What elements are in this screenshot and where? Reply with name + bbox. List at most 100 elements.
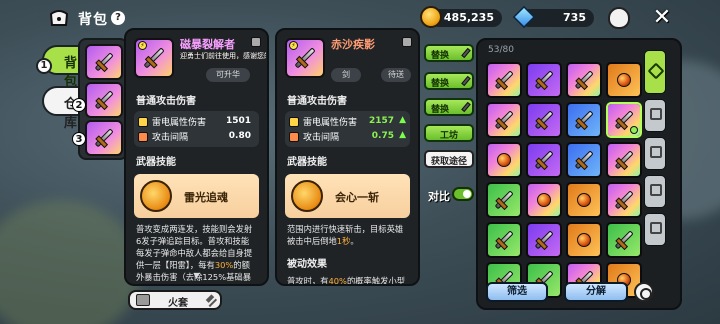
inventory-item[interactable] [526, 102, 562, 138]
gear-icon[interactable] [634, 282, 654, 302]
edit-icon[interactable] [202, 292, 218, 308]
loadout-icon [136, 294, 150, 306]
filter-tab-weapon[interactable] [644, 50, 666, 94]
filter-button[interactable]: 筛选 [486, 282, 548, 302]
filter-tab-armor[interactable] [644, 99, 666, 132]
desc-text: 普攻时，有 [287, 276, 329, 286]
inventory-item[interactable] [526, 222, 562, 258]
stat-value: 1501 [225, 116, 251, 126]
weapon-icon [614, 230, 634, 250]
help-icon[interactable]: ? [111, 11, 125, 25]
filter-tab-helmet[interactable] [644, 137, 666, 170]
stat-label: 雷电属性伤害 [152, 118, 207, 128]
swap-button-3[interactable]: 替换 [424, 98, 474, 116]
attack-speed-icon [138, 131, 148, 142]
weapon-detail-equipped: ⚡ 磁暴裂解者 迎勇士们前往使用，感谢您的理解和支持！ 可升华 普通攻击伤害 雷… [124, 28, 269, 286]
filter-tab-glove[interactable] [644, 175, 666, 208]
inventory-item[interactable] [606, 222, 642, 258]
equipped-slot-1[interactable] [85, 44, 123, 80]
stat-value: 0.80 [228, 131, 251, 141]
inventory-item[interactable] [526, 182, 562, 218]
inventory-item[interactable] [486, 142, 522, 178]
weapon-icon [94, 90, 114, 110]
slot-tag: 剑 [331, 68, 361, 82]
stat-label: 雷电属性伤害 [303, 118, 358, 128]
background-blob [0, 200, 140, 324]
inventory-item[interactable] [526, 142, 562, 178]
compare-toggle[interactable] [452, 187, 474, 201]
weapon-icon [494, 70, 514, 90]
helmet-icon [650, 146, 662, 158]
inventory-item[interactable] [606, 142, 642, 178]
weapon-icon [143, 47, 165, 69]
lightning-damage-icon [289, 116, 299, 127]
workshop-button[interactable]: 工坊 [424, 124, 474, 142]
stats-box: 雷电属性伤害 2157 ▲ 攻击间隔 0.75 ▲ [285, 111, 410, 147]
orb-weapon-icon [576, 192, 592, 208]
equipped-weapons [78, 38, 128, 160]
inventory-item[interactable] [486, 182, 522, 218]
weapon-icon [534, 230, 554, 250]
desc-text: 。 [350, 236, 359, 246]
skill-name: 会心一斩 [335, 191, 379, 204]
close-button[interactable]: ✕ [650, 7, 674, 29]
lock-icon[interactable] [251, 37, 261, 47]
slot-tag: 待送 [381, 68, 411, 82]
notice-text: 迎勇士们前往使用，感谢您的理解和支持！ [180, 52, 266, 61]
compare-label: 对比 [428, 190, 450, 203]
scroll-down-icon[interactable]: ▼ [193, 271, 199, 280]
desc-highlight: 1秒 [336, 236, 351, 246]
selected-check-icon [630, 126, 638, 134]
inventory-item[interactable] [486, 62, 522, 98]
gem-value: 735 [563, 11, 586, 24]
stat-row: 攻击间隔 0.75 ▲ [289, 129, 406, 144]
loadout-bar[interactable]: 火套 [128, 290, 222, 310]
desc-highlight: 30% [214, 260, 234, 270]
skill-section-title: 武器技能 [136, 157, 176, 168]
skill-banner: 雷光追魂 [134, 174, 259, 218]
button-label: 替换 [431, 51, 450, 61]
inventory-item[interactable] [566, 142, 602, 178]
category-filter [644, 50, 666, 260]
inventory-item[interactable] [606, 182, 642, 218]
equipped-slot-3[interactable] [85, 120, 123, 156]
skill-banner: 会心一斩 [285, 174, 410, 218]
lightning-damage-icon [138, 116, 148, 127]
passive-description: 普攻时，有40%的概率触发小型斩击，普攻、斩击和会心一斩有概率给自身提供一层【阴… [287, 275, 408, 286]
filter-tab-ring[interactable] [644, 213, 666, 246]
decompose-button[interactable]: 分解 [564, 282, 628, 302]
card-header: ⚡ 赤沙疾影 剑 待送 [277, 30, 418, 92]
weapon-icon [534, 110, 554, 130]
slot-number: 3 [72, 132, 86, 146]
inventory-item[interactable] [606, 102, 642, 138]
inventory-item[interactable] [526, 62, 562, 98]
weapon-icon [461, 101, 471, 113]
swap-button-1[interactable]: 替换 [424, 44, 474, 62]
inventory-item[interactable] [566, 182, 602, 218]
inventory-item[interactable] [486, 102, 522, 138]
inventory-item[interactable] [566, 102, 602, 138]
pouch-icon[interactable] [608, 7, 630, 29]
inventory-item[interactable] [566, 62, 602, 98]
page-title: 背包 [78, 12, 108, 28]
glove-icon [650, 184, 662, 196]
button-label: 替换 [431, 79, 450, 89]
lock-icon[interactable] [402, 37, 412, 47]
source-button[interactable]: 获取途径 [424, 150, 474, 168]
weapon-detail-selected: ⚡ 赤沙疾影 剑 待送 普通攻击伤害 雷电属性伤害 2157 ▲ 攻击间隔 0.… [275, 28, 420, 286]
equipped-slot-2[interactable] [85, 82, 123, 118]
coin-icon [420, 6, 442, 28]
upgrade-badge[interactable]: 可升华 [206, 68, 250, 82]
weapon-icon [494, 230, 514, 250]
desc-highlight: 40% [328, 276, 347, 286]
inventory-item[interactable] [606, 62, 642, 98]
loadout-label: 火套 [168, 298, 188, 309]
attack-speed-icon [289, 131, 299, 142]
inventory-item[interactable] [566, 222, 602, 258]
increase-arrow-icon: ▲ [399, 115, 406, 125]
swap-button-2[interactable]: 替换 [424, 72, 474, 90]
stat-value: 0.75 [371, 131, 394, 141]
inventory-count: 53/80 [488, 45, 514, 55]
inventory-item[interactable] [486, 222, 522, 258]
inventory-grid [486, 62, 648, 298]
